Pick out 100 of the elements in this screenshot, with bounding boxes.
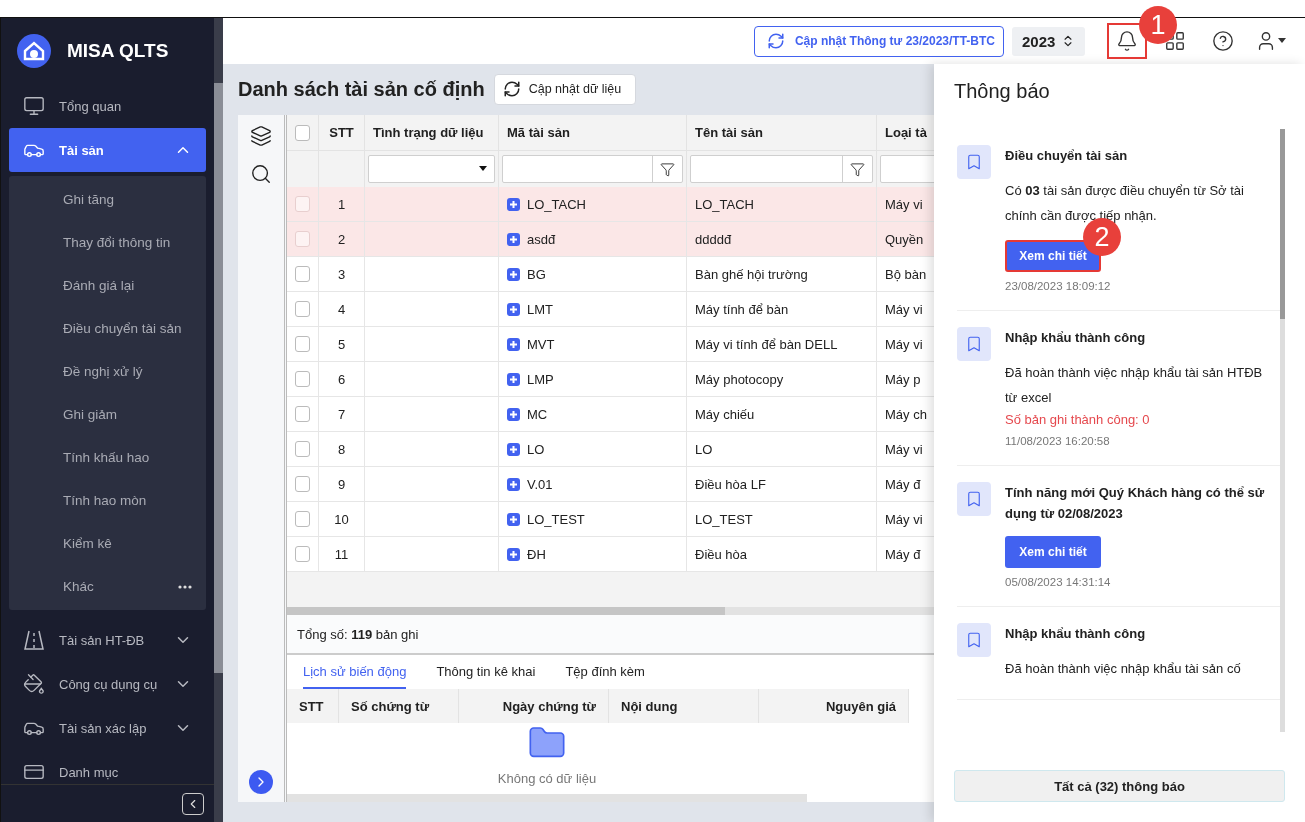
checkbox[interactable] (295, 476, 310, 492)
checkbox[interactable] (295, 301, 310, 317)
table-cell: Máy chiếu (687, 397, 877, 432)
checkbox[interactable] (295, 124, 310, 141)
checkbox[interactable] (295, 371, 310, 387)
menu-item[interactable]: Công cụ dụng cụ (9, 662, 206, 706)
checkbox[interactable] (295, 406, 310, 422)
bookmark-icon (965, 335, 983, 353)
asset-code: MVT (527, 336, 555, 352)
table-cell: Máy vi (877, 187, 934, 222)
checkbox[interactable] (295, 196, 310, 212)
submenu-item[interactable]: Điều chuyển tài sản (9, 307, 206, 350)
submenu-item[interactable]: Đánh giá lại (9, 264, 206, 307)
collapse-button[interactable] (182, 792, 204, 815)
notification-time: 05/08/2023 14:31:14 (1005, 576, 1112, 588)
table-cell: Điều hòa LF (687, 467, 877, 502)
menu-item[interactable]: Tổng quan (9, 84, 206, 128)
table-cell: Máy vi tính để bàn DELL (687, 327, 877, 362)
asset-code: LMT (527, 301, 553, 317)
column-header: Số chứng từ (339, 689, 459, 723)
column-header: Mã tài sản (499, 115, 687, 151)
expand-icon[interactable] (507, 442, 520, 456)
expand-button[interactable] (249, 770, 273, 794)
expand-icon[interactable] (507, 197, 520, 211)
table-cell: 2 (319, 222, 365, 257)
column-header: STT (287, 689, 339, 723)
empty-message: Không có dữ liệu (497, 771, 597, 786)
checkbox[interactable] (295, 231, 310, 247)
submenu-item[interactable]: Kiểm kê (9, 522, 206, 565)
logo-icon (17, 34, 51, 68)
monitor-icon (23, 95, 45, 117)
asset-code: MC (527, 406, 548, 422)
year-select[interactable]: 2023 (1012, 26, 1085, 56)
tab[interactable]: Tệp đính kèm (565, 655, 645, 689)
column-header: Nội dung (609, 689, 759, 723)
submenu-item[interactable]: Thay đổi thông tin (9, 221, 206, 264)
view-details-button[interactable]: Xem chi tiết (1005, 536, 1101, 568)
notification-text: Đã hoàn thành việc nhập khẩu tài sản HTĐB từ excel (1005, 364, 1264, 407)
expand-icon[interactable] (507, 372, 520, 386)
menu-item[interactable]: Tài sản xác lập (9, 706, 206, 750)
column-header: Tên tài sản (687, 115, 877, 151)
bookmark-icon (965, 153, 983, 171)
asset-code: LMP (527, 371, 554, 387)
table-cell: 6 (319, 362, 365, 397)
layers-icon[interactable] (250, 125, 272, 147)
checkbox[interactable] (295, 336, 310, 352)
table-cell: Bàn ghế hội trường (687, 257, 877, 292)
search-icon[interactable] (250, 163, 272, 185)
expand-icon[interactable] (507, 337, 520, 351)
caret-icon (1277, 38, 1287, 44)
submenu-item[interactable]: Khác (9, 565, 206, 608)
help-icon (1212, 30, 1234, 52)
notification-time: 11/08/2023 16:20:58 (1005, 435, 1111, 447)
expand-icon[interactable] (507, 547, 520, 561)
table-cell: 1 (319, 187, 365, 222)
expand-icon[interactable] (507, 302, 520, 316)
table-cell: LO (687, 432, 877, 467)
table-cell: Điều hòa (687, 537, 877, 572)
scrollbar[interactable] (1280, 129, 1285, 733)
checkbox[interactable] (295, 511, 310, 527)
expand-icon[interactable] (507, 407, 520, 421)
table-cell: 10 (319, 502, 365, 537)
expand-icon[interactable] (507, 267, 520, 281)
submenu-item[interactable]: Tính hao mòn (9, 479, 206, 522)
filter-icon[interactable] (660, 161, 675, 177)
submenu-item[interactable]: Ghi tăng (9, 178, 206, 221)
table-cell: Máy tính để bàn (687, 292, 877, 327)
asset-code: asdđ (527, 231, 556, 247)
step-marker-tooltip: 1 (1139, 6, 1177, 44)
column-header: STT (319, 115, 365, 151)
menu-item[interactable]: Tài sản HT-ĐB (9, 618, 206, 662)
menu-item[interactable]: Danh mục (9, 750, 206, 784)
notification-item[interactable]: Tính năng mới Quý Khách hàng có thể sử dụng từ 02/08/2023 Xem chi tiết 05/08/2023 14:31:14 (957, 466, 1280, 607)
checkbox[interactable] (295, 441, 310, 457)
notification-item[interactable]: Nhập khẩu thành công Đã hoàn thành việc nhập khẩu tài sản HTĐB từ excel Số bản ghi thành công: 0 11/08/2023 16:20:58 (957, 311, 1280, 466)
scrollbar[interactable] (214, 18, 223, 822)
more-icon[interactable] (178, 584, 192, 589)
column-header: Tình trạng dữ liệu (365, 115, 499, 151)
tab[interactable]: Thông tin kê khai (436, 655, 536, 689)
scrollbar[interactable] (287, 607, 934, 615)
asset-code: ĐH (527, 546, 546, 562)
expand-icon[interactable] (507, 477, 520, 491)
notification-item[interactable]: Nhập khẩu thành công Đã hoàn thành việc nhập khẩu tài sản cố (957, 607, 1280, 700)
submenu-item[interactable]: Đề nghị xử lý (9, 350, 206, 393)
refresh-button[interactable]: Cập nhật dữ liệu (493, 73, 637, 105)
all-notifications-button[interactable]: Tất cả (32) thông báo (954, 770, 1285, 802)
checkbox[interactable] (295, 546, 310, 562)
notification-item[interactable]: Điều chuyển tài sản Có 03 tài sản được điều chuyển từ Sở tài chính cần được tiếp nhận. Xem chi tiết 2 23/08/2023 18:09:12 (957, 129, 1280, 311)
notification-title: Nhập khẩu thành công (1005, 625, 1147, 643)
menu-item[interactable]: Tài sản (9, 128, 206, 172)
checkbox[interactable] (295, 266, 310, 282)
column-header: Nguyên giá (759, 689, 909, 723)
column-header: Loại tà (877, 115, 934, 151)
submenu-item[interactable]: Ghi giảm (9, 393, 206, 436)
expand-icon[interactable] (507, 512, 520, 526)
submenu-item[interactable]: Tính khấu hao (9, 436, 206, 479)
filter-icon[interactable] (850, 161, 865, 177)
refresh-icon (502, 80, 521, 98)
update-circular-button[interactable]: Cập nhật Thông tư 23/2023/TT-BTC (753, 25, 1004, 57)
expand-icon[interactable] (507, 232, 520, 246)
